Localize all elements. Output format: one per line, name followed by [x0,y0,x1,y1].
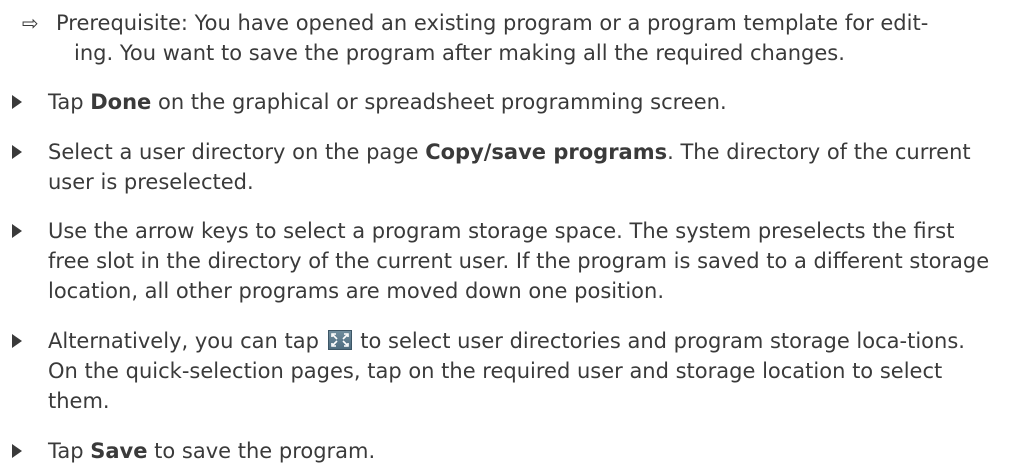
step-2-keyword: Copy/save programs [425,140,668,164]
step-1-pre: Tap [48,90,91,114]
prerequisite-line-1: Prerequisite: You have opened an existin… [56,11,929,35]
triangle-bullet-icon [0,137,40,167]
step-3-text: Use the arrow keys to select a program s… [48,219,990,303]
prerequisite-line-2: ing. You want to save the program after … [74,41,845,65]
triangle-bullet-icon [0,216,40,246]
step-4-pre: Alternatively, you can tap [48,329,326,353]
step-1-keyword: Done [90,90,152,114]
fullscreen-expand-icon [327,330,352,350]
step-1-post: on the graphical or spreadsheet programm… [151,90,727,114]
step-5-post: to save the program. [147,439,376,463]
triangle-bullet-icon [0,87,40,117]
step-5-keyword: Save [90,439,148,463]
arrow-right-icon: ⇨ [22,11,39,35]
step-5-pre: Tap [48,439,91,463]
triangle-bullet-icon [0,326,40,356]
triangle-bullet-icon [0,436,40,466]
document-page: ⇨ Prerequisite: You have opened an exist… [0,0,1011,466]
step-2-pre: Select a user directory on the page [48,140,426,164]
